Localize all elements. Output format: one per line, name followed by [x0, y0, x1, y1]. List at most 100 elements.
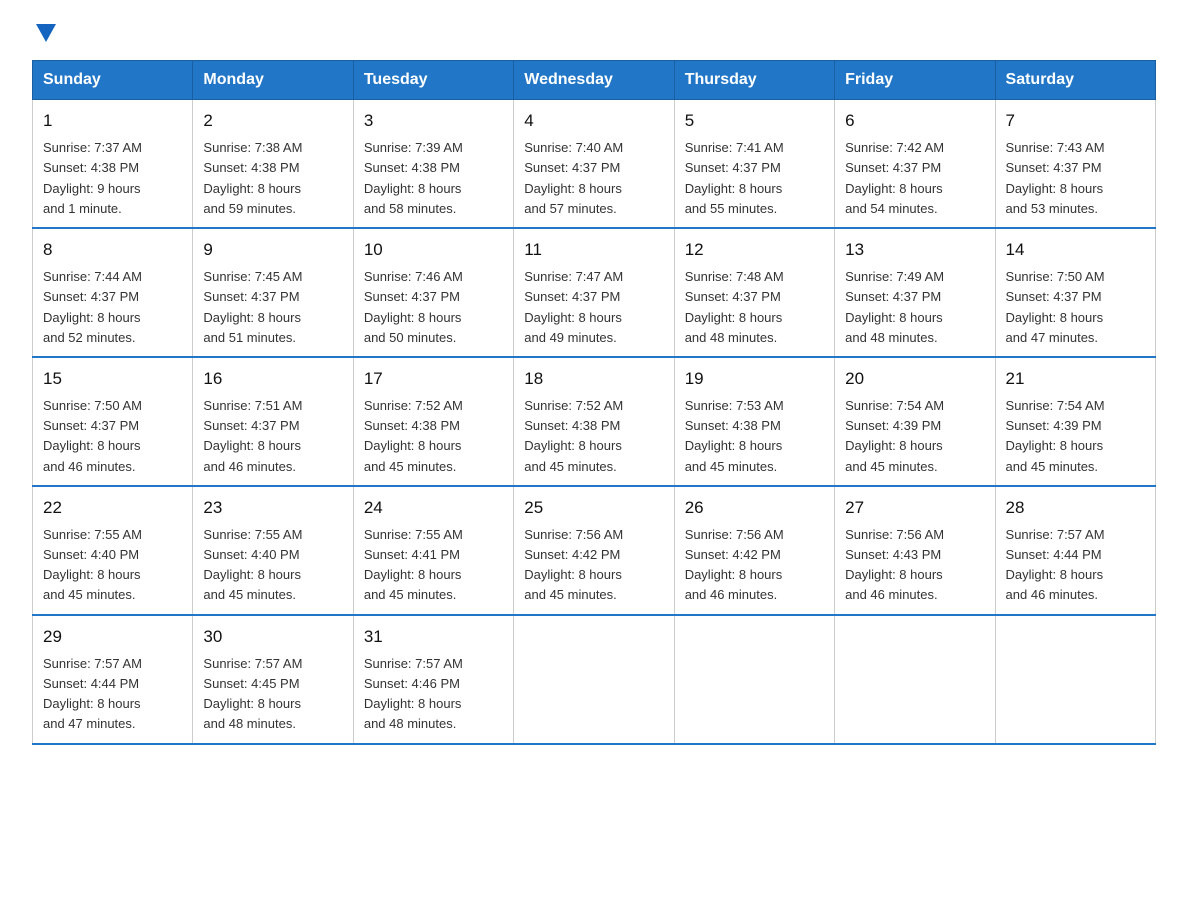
day-number: 9	[203, 237, 342, 263]
calendar-day-cell: 19 Sunrise: 7:53 AMSunset: 4:38 PMDayligh…	[674, 357, 834, 486]
day-number: 21	[1006, 366, 1145, 392]
day-info: Sunrise: 7:57 AMSunset: 4:45 PMDaylight:…	[203, 654, 342, 735]
day-number: 27	[845, 495, 984, 521]
day-number: 5	[685, 108, 824, 134]
calendar-day-cell: 10 Sunrise: 7:46 AMSunset: 4:37 PMDayligh…	[353, 228, 513, 357]
day-info: Sunrise: 7:44 AMSunset: 4:37 PMDaylight:…	[43, 267, 182, 348]
day-number: 3	[364, 108, 503, 134]
weekday-header-monday: Monday	[193, 61, 353, 100]
calendar-day-cell: 28 Sunrise: 7:57 AMSunset: 4:44 PMDayligh…	[995, 486, 1155, 615]
page-header	[32, 24, 1156, 42]
day-info: Sunrise: 7:51 AMSunset: 4:37 PMDaylight:…	[203, 396, 342, 477]
calendar-day-cell: 14 Sunrise: 7:50 AMSunset: 4:37 PMDayligh…	[995, 228, 1155, 357]
day-number: 31	[364, 624, 503, 650]
day-number: 19	[685, 366, 824, 392]
day-number: 23	[203, 495, 342, 521]
weekday-header-sunday: Sunday	[33, 61, 193, 100]
calendar-day-cell: 11Sunrise: 7:47 AMSunset: 4:37 PMDayligh…	[514, 228, 674, 357]
day-number: 18	[524, 366, 663, 392]
calendar-day-cell: 3 Sunrise: 7:39 AMSunset: 4:38 PMDaylight…	[353, 100, 513, 228]
day-number: 2	[203, 108, 342, 134]
day-number: 4	[524, 108, 663, 134]
calendar-day-cell: 21 Sunrise: 7:54 AMSunset: 4:39 PMDayligh…	[995, 357, 1155, 486]
day-number: 7	[1006, 108, 1145, 134]
calendar-day-cell	[514, 615, 674, 744]
calendar-day-cell: 27 Sunrise: 7:56 AMSunset: 4:43 PMDayligh…	[835, 486, 995, 615]
day-info: Sunrise: 7:57 AMSunset: 4:44 PMDaylight:…	[1006, 525, 1145, 606]
day-info: Sunrise: 7:57 AMSunset: 4:44 PMDaylight:…	[43, 654, 182, 735]
day-number: 25	[524, 495, 663, 521]
calendar-day-cell: 30 Sunrise: 7:57 AMSunset: 4:45 PMDayligh…	[193, 615, 353, 744]
day-number: 20	[845, 366, 984, 392]
day-info: Sunrise: 7:56 AMSunset: 4:42 PMDaylight:…	[685, 525, 824, 606]
calendar-day-cell: 17 Sunrise: 7:52 AMSunset: 4:38 PMDayligh…	[353, 357, 513, 486]
day-number: 30	[203, 624, 342, 650]
day-info: Sunrise: 7:52 AMSunset: 4:38 PMDaylight:…	[524, 396, 663, 477]
day-info: Sunrise: 7:46 AMSunset: 4:37 PMDaylight:…	[364, 267, 503, 348]
weekday-header-row: SundayMondayTuesdayWednesdayThursdayFrid…	[33, 61, 1156, 100]
day-info: Sunrise: 7:54 AMSunset: 4:39 PMDaylight:…	[1006, 396, 1145, 477]
day-number: 12	[685, 237, 824, 263]
weekday-header-wednesday: Wednesday	[514, 61, 674, 100]
day-number: 22	[43, 495, 182, 521]
day-info: Sunrise: 7:39 AMSunset: 4:38 PMDaylight:…	[364, 138, 503, 219]
day-number: 15	[43, 366, 182, 392]
day-number: 11	[524, 237, 663, 263]
day-info: Sunrise: 7:37 AMSunset: 4:38 PMDaylight:…	[43, 138, 182, 219]
day-info: Sunrise: 7:55 AMSunset: 4:41 PMDaylight:…	[364, 525, 503, 606]
day-number: 29	[43, 624, 182, 650]
calendar-day-cell: 25 Sunrise: 7:56 AMSunset: 4:42 PMDayligh…	[514, 486, 674, 615]
day-info: Sunrise: 7:45 AMSunset: 4:37 PMDaylight:…	[203, 267, 342, 348]
day-number: 16	[203, 366, 342, 392]
calendar-day-cell: 18 Sunrise: 7:52 AMSunset: 4:38 PMDayligh…	[514, 357, 674, 486]
calendar-day-cell	[674, 615, 834, 744]
weekday-header-saturday: Saturday	[995, 61, 1155, 100]
calendar-day-cell: 1 Sunrise: 7:37 AMSunset: 4:38 PMDaylight…	[33, 100, 193, 228]
calendar-day-cell: 31 Sunrise: 7:57 AMSunset: 4:46 PMDayligh…	[353, 615, 513, 744]
day-info: Sunrise: 7:48 AMSunset: 4:37 PMDaylight:…	[685, 267, 824, 348]
calendar-day-cell: 16 Sunrise: 7:51 AMSunset: 4:37 PMDayligh…	[193, 357, 353, 486]
day-number: 28	[1006, 495, 1145, 521]
calendar-day-cell	[995, 615, 1155, 744]
logo-triangle-icon	[36, 24, 56, 42]
day-info: Sunrise: 7:57 AMSunset: 4:46 PMDaylight:…	[364, 654, 503, 735]
weekday-header-friday: Friday	[835, 61, 995, 100]
calendar-week-row: 1 Sunrise: 7:37 AMSunset: 4:38 PMDaylight…	[33, 100, 1156, 228]
day-number: 14	[1006, 237, 1145, 263]
calendar-day-cell: 4Sunrise: 7:40 AMSunset: 4:37 PMDaylight…	[514, 100, 674, 228]
day-info: Sunrise: 7:55 AMSunset: 4:40 PMDaylight:…	[203, 525, 342, 606]
day-info: Sunrise: 7:50 AMSunset: 4:37 PMDaylight:…	[43, 396, 182, 477]
calendar-day-cell: 22 Sunrise: 7:55 AMSunset: 4:40 PMDayligh…	[33, 486, 193, 615]
calendar-day-cell: 6Sunrise: 7:42 AMSunset: 4:37 PMDaylight…	[835, 100, 995, 228]
calendar-day-cell	[835, 615, 995, 744]
day-info: Sunrise: 7:53 AMSunset: 4:38 PMDaylight:…	[685, 396, 824, 477]
calendar-week-row: 8Sunrise: 7:44 AMSunset: 4:37 PMDaylight…	[33, 228, 1156, 357]
calendar-day-cell: 12 Sunrise: 7:48 AMSunset: 4:37 PMDayligh…	[674, 228, 834, 357]
calendar-week-row: 15 Sunrise: 7:50 AMSunset: 4:37 PMDayligh…	[33, 357, 1156, 486]
calendar-day-cell: 23 Sunrise: 7:55 AMSunset: 4:40 PMDayligh…	[193, 486, 353, 615]
calendar-day-cell: 24 Sunrise: 7:55 AMSunset: 4:41 PMDayligh…	[353, 486, 513, 615]
day-info: Sunrise: 7:56 AMSunset: 4:43 PMDaylight:…	[845, 525, 984, 606]
calendar-day-cell: 8Sunrise: 7:44 AMSunset: 4:37 PMDaylight…	[33, 228, 193, 357]
day-info: Sunrise: 7:52 AMSunset: 4:38 PMDaylight:…	[364, 396, 503, 477]
calendar-day-cell: 29 Sunrise: 7:57 AMSunset: 4:44 PMDayligh…	[33, 615, 193, 744]
calendar-day-cell: 7 Sunrise: 7:43 AMSunset: 4:37 PMDaylight…	[995, 100, 1155, 228]
logo	[32, 24, 56, 42]
calendar-day-cell: 5 Sunrise: 7:41 AMSunset: 4:37 PMDaylight…	[674, 100, 834, 228]
day-info: Sunrise: 7:38 AMSunset: 4:38 PMDaylight:…	[203, 138, 342, 219]
day-info: Sunrise: 7:50 AMSunset: 4:37 PMDaylight:…	[1006, 267, 1145, 348]
day-info: Sunrise: 7:55 AMSunset: 4:40 PMDaylight:…	[43, 525, 182, 606]
day-number: 24	[364, 495, 503, 521]
logo-blue-text	[32, 24, 56, 42]
day-info: Sunrise: 7:49 AMSunset: 4:37 PMDaylight:…	[845, 267, 984, 348]
day-info: Sunrise: 7:56 AMSunset: 4:42 PMDaylight:…	[524, 525, 663, 606]
day-number: 17	[364, 366, 503, 392]
calendar-day-cell: 9 Sunrise: 7:45 AMSunset: 4:37 PMDaylight…	[193, 228, 353, 357]
day-info: Sunrise: 7:43 AMSunset: 4:37 PMDaylight:…	[1006, 138, 1145, 219]
day-info: Sunrise: 7:41 AMSunset: 4:37 PMDaylight:…	[685, 138, 824, 219]
day-number: 10	[364, 237, 503, 263]
day-number: 26	[685, 495, 824, 521]
day-number: 1	[43, 108, 182, 134]
day-info: Sunrise: 7:42 AMSunset: 4:37 PMDaylight:…	[845, 138, 984, 219]
calendar-day-cell: 26 Sunrise: 7:56 AMSunset: 4:42 PMDayligh…	[674, 486, 834, 615]
